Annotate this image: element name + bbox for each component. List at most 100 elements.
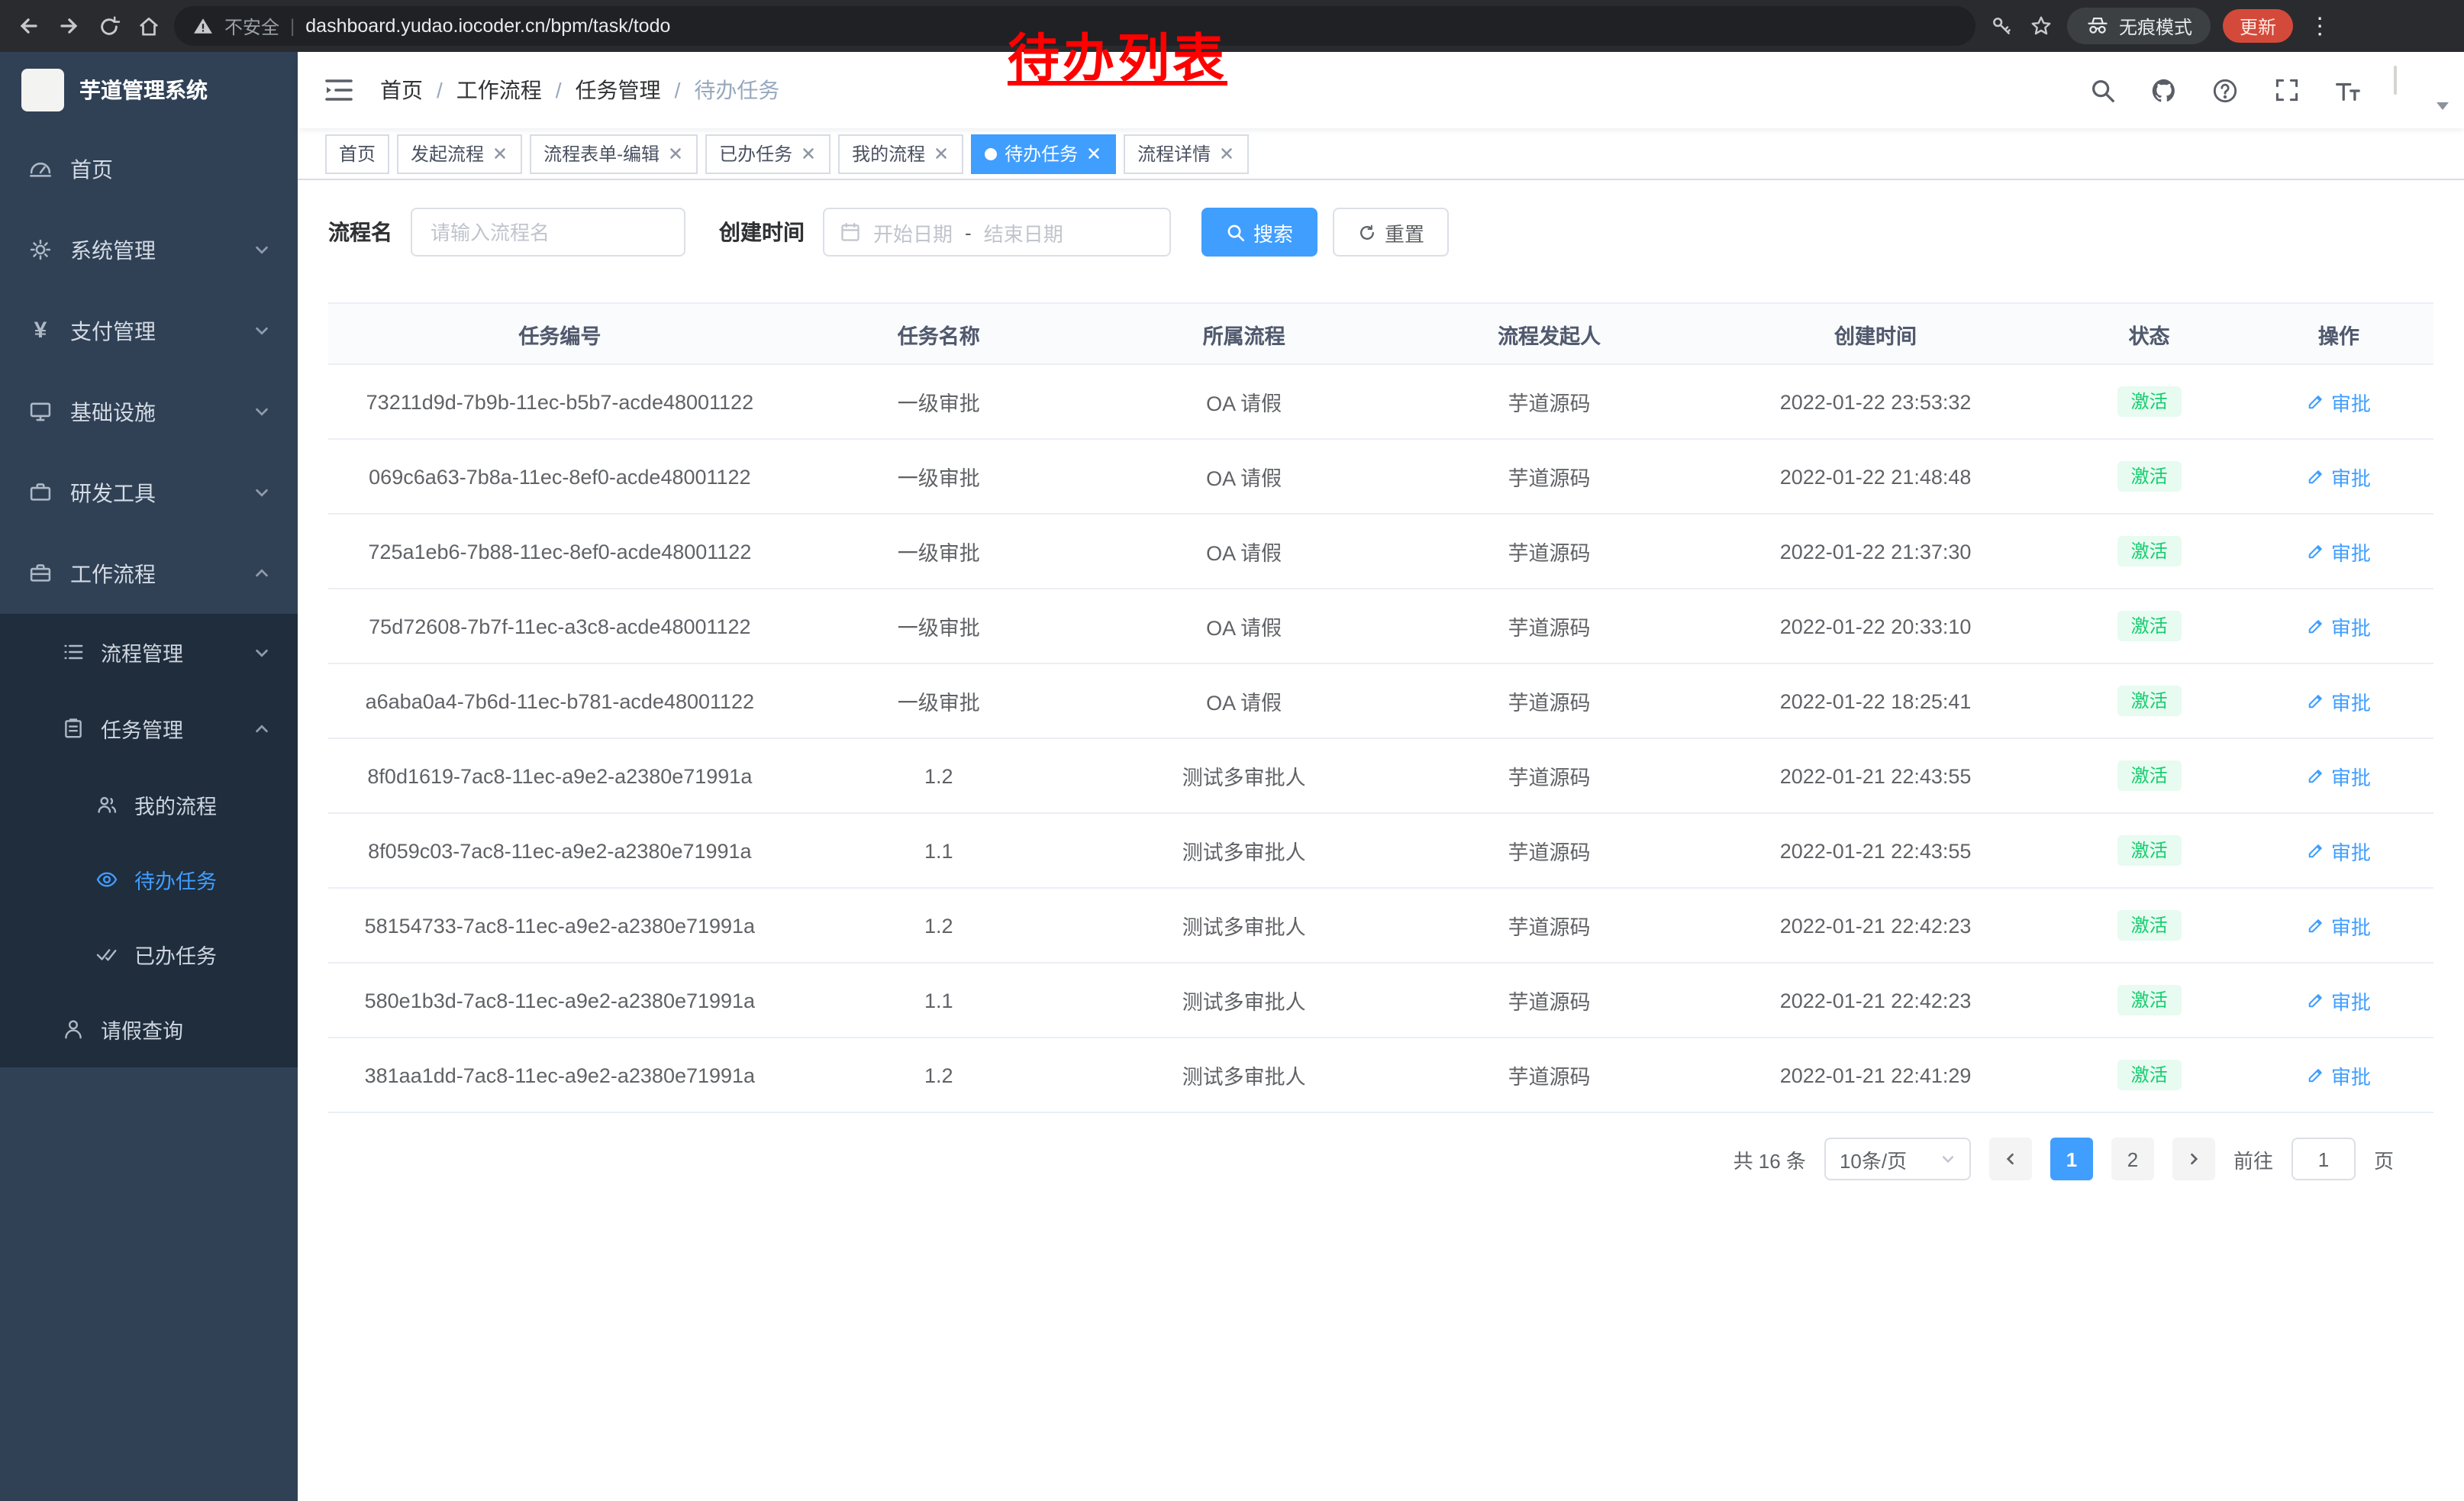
forward-icon[interactable] — [55, 12, 82, 40]
task-id-cell: 75d72608-7b7f-11ec-a3c8-acde48001122 — [328, 589, 792, 663]
tab-done-task[interactable]: 已办任务 — [705, 134, 830, 173]
col-header-task-id: 任务编号 — [328, 303, 792, 364]
update-button[interactable]: 更新 — [2223, 9, 2293, 43]
create-time-cell: 2022-01-22 21:48:48 — [1697, 439, 2055, 514]
sidebar-item-home[interactable]: 首页 — [0, 128, 298, 209]
approve-link[interactable]: 审批 — [2307, 387, 2371, 416]
briefcase-icon — [27, 560, 53, 586]
close-icon[interactable] — [492, 145, 508, 162]
approve-link[interactable]: 审批 — [2307, 836, 2371, 865]
app-logo[interactable]: 芋道管理系统 — [0, 52, 298, 128]
approve-link-label: 审批 — [2331, 387, 2371, 416]
create-time-cell: 2022-01-21 22:42:23 — [1697, 888, 2055, 963]
search-button[interactable]: 搜索 — [1201, 208, 1317, 257]
status-cell: 激活 — [2054, 738, 2243, 813]
tab-form-edit[interactable]: 流程表单-编辑 — [530, 134, 698, 173]
breadcrumb-separator: / — [675, 78, 681, 102]
task-name-cell: 一级审批 — [792, 663, 1086, 738]
sidebar-item-todo-task[interactable]: 待办任务 — [0, 841, 298, 916]
sidebar-item-workflow[interactable]: 工作流程 — [0, 533, 298, 614]
github-icon[interactable] — [2150, 76, 2179, 105]
date-range-picker[interactable]: 开始日期 - 结束日期 — [823, 208, 1171, 257]
tab-process-detail[interactable]: 流程详情 — [1124, 134, 1249, 173]
sidebar-item-pay[interactable]: ¥ 支付管理 — [0, 290, 298, 371]
people-icon — [95, 792, 119, 816]
approve-link[interactable]: 审批 — [2307, 612, 2371, 641]
close-icon[interactable] — [800, 145, 817, 162]
approve-link[interactable]: 审批 — [2307, 1060, 2371, 1089]
approve-link[interactable]: 审批 — [2307, 986, 2371, 1015]
col-header-initiator: 流程发起人 — [1402, 303, 1697, 364]
sidebar-item-dev-tools[interactable]: 研发工具 — [0, 452, 298, 533]
sidebar-toggle-icon[interactable] — [322, 73, 356, 107]
bookmark-star-icon[interactable] — [2027, 12, 2055, 40]
sidebar-item-label: 我的流程 — [134, 789, 217, 819]
close-icon[interactable] — [933, 145, 950, 162]
tab-todo-task[interactable]: 待办任务 — [971, 134, 1116, 173]
fullscreen-icon[interactable] — [2272, 76, 2301, 105]
status-badge: 激活 — [2117, 985, 2182, 1016]
close-icon[interactable] — [1085, 145, 1102, 162]
task-id-cell: 580e1b3d-7ac8-11ec-a9e2-a2380e71991a — [328, 963, 792, 1038]
page-button-1[interactable]: 1 — [2050, 1138, 2093, 1180]
tab-start-process[interactable]: 发起流程 — [397, 134, 522, 173]
key-icon[interactable] — [1988, 12, 2015, 40]
sidebar-item-label: 流程管理 — [101, 637, 183, 667]
goto-page-input[interactable] — [2291, 1138, 2356, 1180]
tab-label: 发起流程 — [411, 140, 484, 166]
close-icon[interactable] — [1218, 145, 1235, 162]
sidebar-item-process-mgmt[interactable]: 流程管理 — [0, 614, 298, 690]
process-cell: 测试多审批人 — [1086, 963, 1402, 1038]
approve-link[interactable]: 审批 — [2307, 462, 2371, 491]
sidebar-item-done-task[interactable]: 已办任务 — [0, 916, 298, 991]
security-label[interactable]: 不安全 — [224, 13, 279, 39]
prev-page-button[interactable] — [1989, 1138, 2032, 1180]
action-cell: 审批 — [2244, 888, 2433, 963]
back-icon[interactable] — [15, 12, 43, 40]
browser-menu-icon[interactable]: ⋮ — [2305, 15, 2334, 37]
tab-home[interactable]: 首页 — [325, 134, 389, 173]
user-avatar[interactable] — [2394, 67, 2440, 113]
sidebar-item-infra[interactable]: 基础设施 — [0, 371, 298, 452]
page-size-select[interactable]: 10条/页 — [1824, 1138, 1971, 1180]
approve-link[interactable]: 审批 — [2307, 686, 2371, 715]
monitor-icon — [27, 399, 53, 424]
chevron-down-icon — [1940, 1151, 1956, 1167]
approve-link-label: 审批 — [2331, 612, 2371, 641]
status-cell: 激活 — [2054, 663, 2243, 738]
action-cell: 审批 — [2244, 1038, 2433, 1112]
task-name-cell: 1.2 — [792, 888, 1086, 963]
font-size-icon[interactable] — [2333, 76, 2362, 105]
search-icon[interactable] — [2088, 76, 2117, 105]
approve-link[interactable]: 审批 — [2307, 911, 2371, 940]
page-button-2[interactable]: 2 — [2111, 1138, 2154, 1180]
reset-button[interactable]: 重置 — [1333, 208, 1449, 257]
breadcrumb-task-mgmt[interactable]: 任务管理 — [576, 75, 661, 105]
task-name-cell: 1.1 — [792, 813, 1086, 888]
breadcrumb-home[interactable]: 首页 — [380, 75, 423, 105]
sidebar-item-leave-query[interactable]: 请假查询 — [0, 991, 298, 1067]
tab-label: 流程详情 — [1137, 140, 1211, 166]
sidebar-item-my-process[interactable]: 我的流程 — [0, 767, 298, 841]
sidebar-item-system[interactable]: 系统管理 — [0, 209, 298, 290]
process-name-input[interactable] — [411, 208, 685, 257]
create-time-cell: 2022-01-21 22:43:55 — [1697, 738, 2055, 813]
approve-link[interactable]: 审批 — [2307, 537, 2371, 566]
table-row: 069c6a63-7b8a-11ec-8ef0-acde48001122 一级审… — [328, 439, 2433, 514]
approve-link-label: 审批 — [2331, 462, 2371, 491]
next-page-button[interactable] — [2172, 1138, 2215, 1180]
reload-icon[interactable] — [95, 12, 122, 40]
tab-my-process[interactable]: 我的流程 — [838, 134, 963, 173]
goto-label: 前往 — [2233, 1144, 2273, 1173]
chevron-down-icon — [253, 403, 270, 420]
close-icon[interactable] — [667, 145, 684, 162]
sidebar-item-task-mgmt[interactable]: 任务管理 — [0, 690, 298, 767]
help-icon[interactable] — [2211, 76, 2240, 105]
incognito-label: 无痕模式 — [2119, 13, 2192, 39]
home-icon[interactable] — [134, 12, 162, 40]
breadcrumb-workflow[interactable]: 工作流程 — [456, 75, 542, 105]
search-button-label: 搜索 — [1253, 218, 1293, 247]
task-name-cell: 一级审批 — [792, 514, 1086, 589]
page-url[interactable]: dashboard.yudao.iocoder.cn/bpm/task/todo — [305, 15, 670, 37]
approve-link[interactable]: 审批 — [2307, 761, 2371, 790]
